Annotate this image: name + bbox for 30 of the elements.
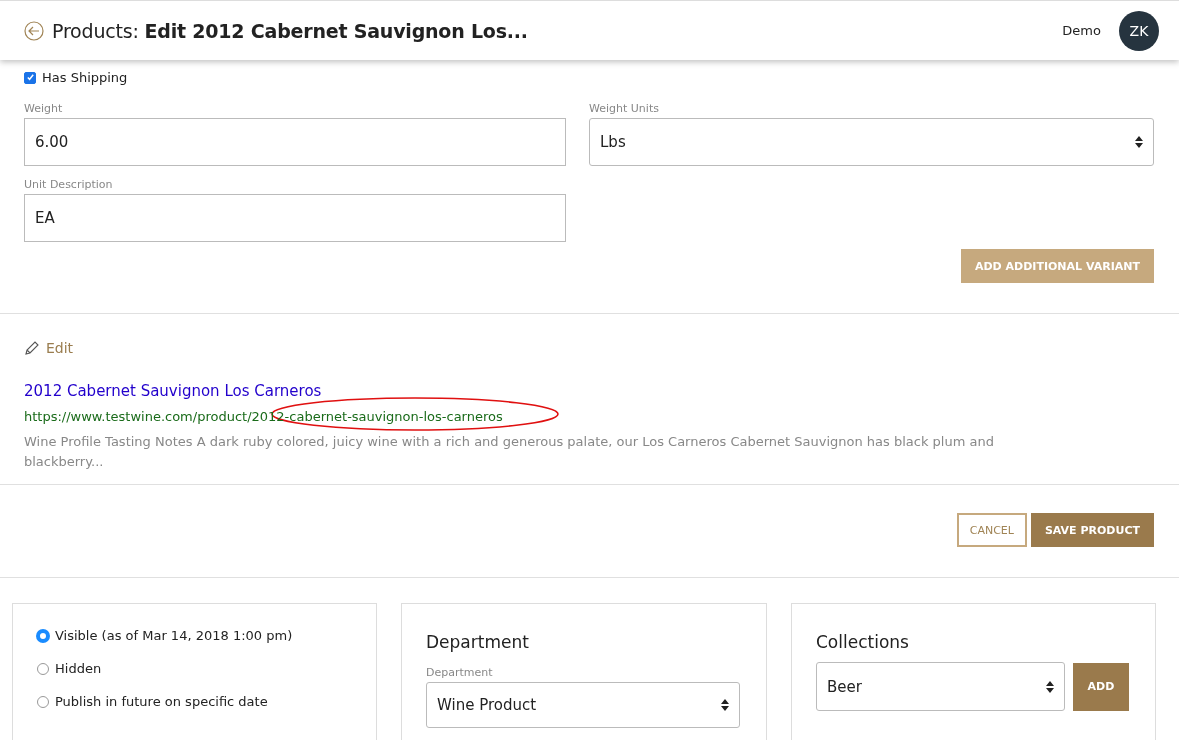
checkbox-label: Has Shipping (42, 70, 128, 85)
user-avatar[interactable]: ZK (1119, 10, 1159, 51)
card-heading: Collections (816, 632, 910, 653)
shipping-checkbox[interactable] (24, 71, 36, 84)
edit-link[interactable]: Edit (24, 340, 74, 356)
field-label: Weight (24, 102, 64, 115)
select-field[interactable]: Wine Product (426, 682, 740, 729)
field-label: Unit Description (24, 178, 114, 191)
up-down-arrows-icon (1046, 679, 1054, 694)
input-field[interactable]: EA (24, 194, 566, 242)
select-field[interactable]: Lbs (589, 118, 1154, 166)
radio-button[interactable] (37, 629, 49, 642)
radio-label: Hidden (55, 661, 102, 677)
card-heading: Department (426, 632, 530, 653)
select-field[interactable]: Beer (816, 662, 1065, 712)
up-down-arrows-icon (1135, 135, 1143, 149)
up-down-arrows-icon (721, 698, 729, 713)
add-button[interactable]: ADD (1073, 662, 1129, 711)
input-field[interactable]: 6.00 (24, 118, 566, 166)
page-title: Products: Edit 2012 Cabernet Sauvignon Los... (52, 19, 529, 42)
search-preview-title: 2012 Cabernet Sauvignon Los Carneros (24, 382, 323, 400)
search-preview-description: Wine Profile Tasting Notes A dark ruby colored, juicy wine with a rich and generous palate, our Los Carneros Cabernet Sauvignon has black plum and blackberry... (24, 433, 995, 472)
user-name: Demo (1062, 23, 1101, 38)
save-button[interactable]: SAVE PRODUCT (1030, 513, 1154, 548)
cancel-button[interactable]: CANCEL (956, 513, 1027, 548)
field-label: Weight Units (589, 102, 660, 115)
pencil-icon (24, 340, 40, 356)
radio-label: Publish in future on specific date (55, 694, 268, 710)
field-label: Department (426, 666, 494, 680)
radio-label: Visible (as of Mar 14, 2018 1:00 pm) (55, 628, 293, 644)
